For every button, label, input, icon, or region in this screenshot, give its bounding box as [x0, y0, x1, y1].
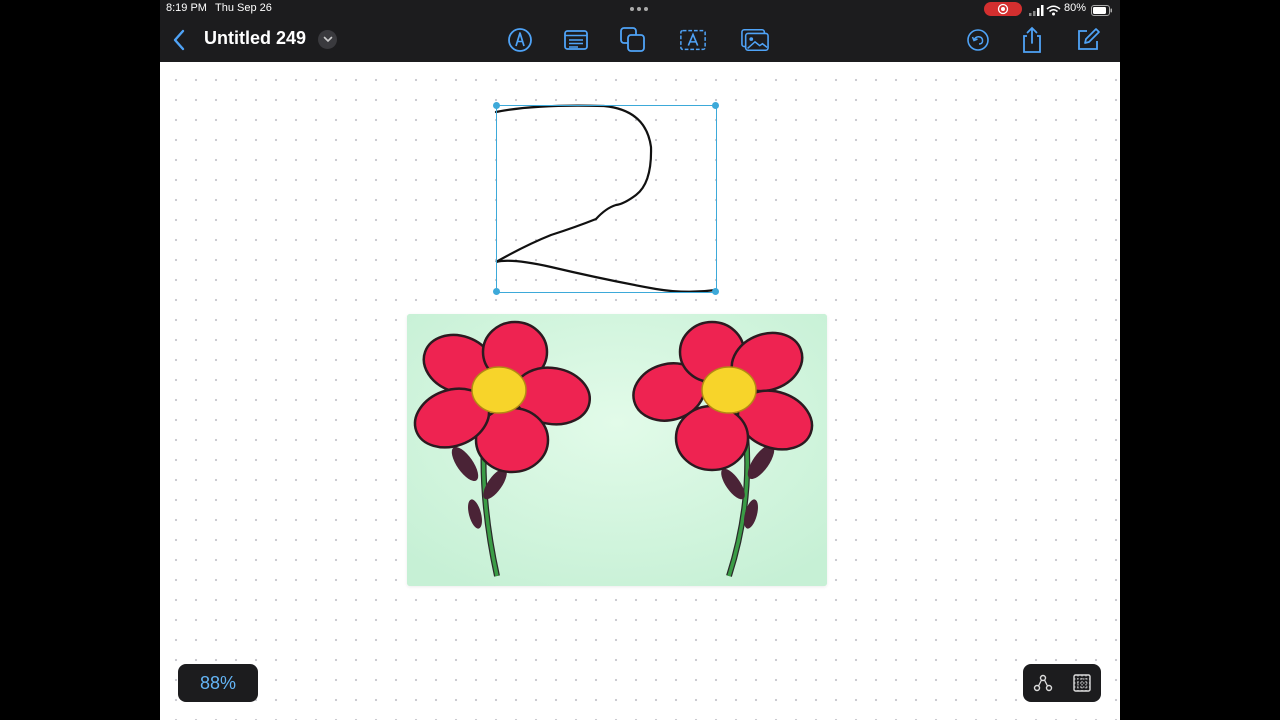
nodes-icon[interactable] — [1023, 664, 1062, 702]
share-icon[interactable] — [1018, 26, 1046, 54]
resize-handle-bottom-right[interactable] — [712, 288, 719, 295]
flower-image[interactable] — [407, 314, 827, 586]
text-box-icon[interactable] — [562, 26, 590, 54]
compose-icon[interactable] — [1074, 26, 1102, 54]
bottom-right-tools — [1023, 664, 1101, 702]
resize-handle-bottom-left[interactable] — [493, 288, 500, 295]
drawing-canvas[interactable]: 88% — [160, 62, 1120, 720]
battery-percent: 80% — [1064, 2, 1087, 14]
resize-handle-top-left[interactable] — [493, 102, 500, 109]
shapes-icon[interactable] — [619, 26, 647, 54]
zoom-indicator[interactable]: 88% — [178, 664, 258, 702]
text-tool-icon[interactable] — [679, 26, 707, 54]
selected-drawing[interactable] — [493, 102, 719, 295]
image-insert-icon[interactable] — [741, 26, 769, 54]
grid-icon[interactable] — [1062, 664, 1101, 702]
multitask-dots-icon[interactable] — [629, 1, 651, 20]
screen-record-icon[interactable] — [984, 2, 1022, 16]
document-title[interactable]: Untitled 249 — [204, 28, 306, 49]
wifi-icon — [1046, 3, 1061, 21]
status-time: 8:19 PM — [166, 2, 207, 14]
back-chevron-icon[interactable] — [165, 26, 193, 54]
resize-handle-top-right[interactable] — [712, 102, 719, 109]
pen-tool-icon[interactable] — [506, 26, 534, 54]
selection-box — [496, 105, 717, 293]
battery-icon — [1091, 3, 1113, 21]
undo-icon[interactable] — [964, 26, 992, 54]
status-date: Thu Sep 26 — [215, 2, 272, 14]
app-screen: 8:19 PM Thu Sep 26 80% Untitled 249 88% — [160, 0, 1120, 720]
top-toolbar: 8:19 PM Thu Sep 26 80% Untitled 249 — [160, 0, 1120, 62]
title-dropdown-icon[interactable] — [318, 30, 337, 49]
cellular-signal-icon — [1029, 3, 1044, 21]
